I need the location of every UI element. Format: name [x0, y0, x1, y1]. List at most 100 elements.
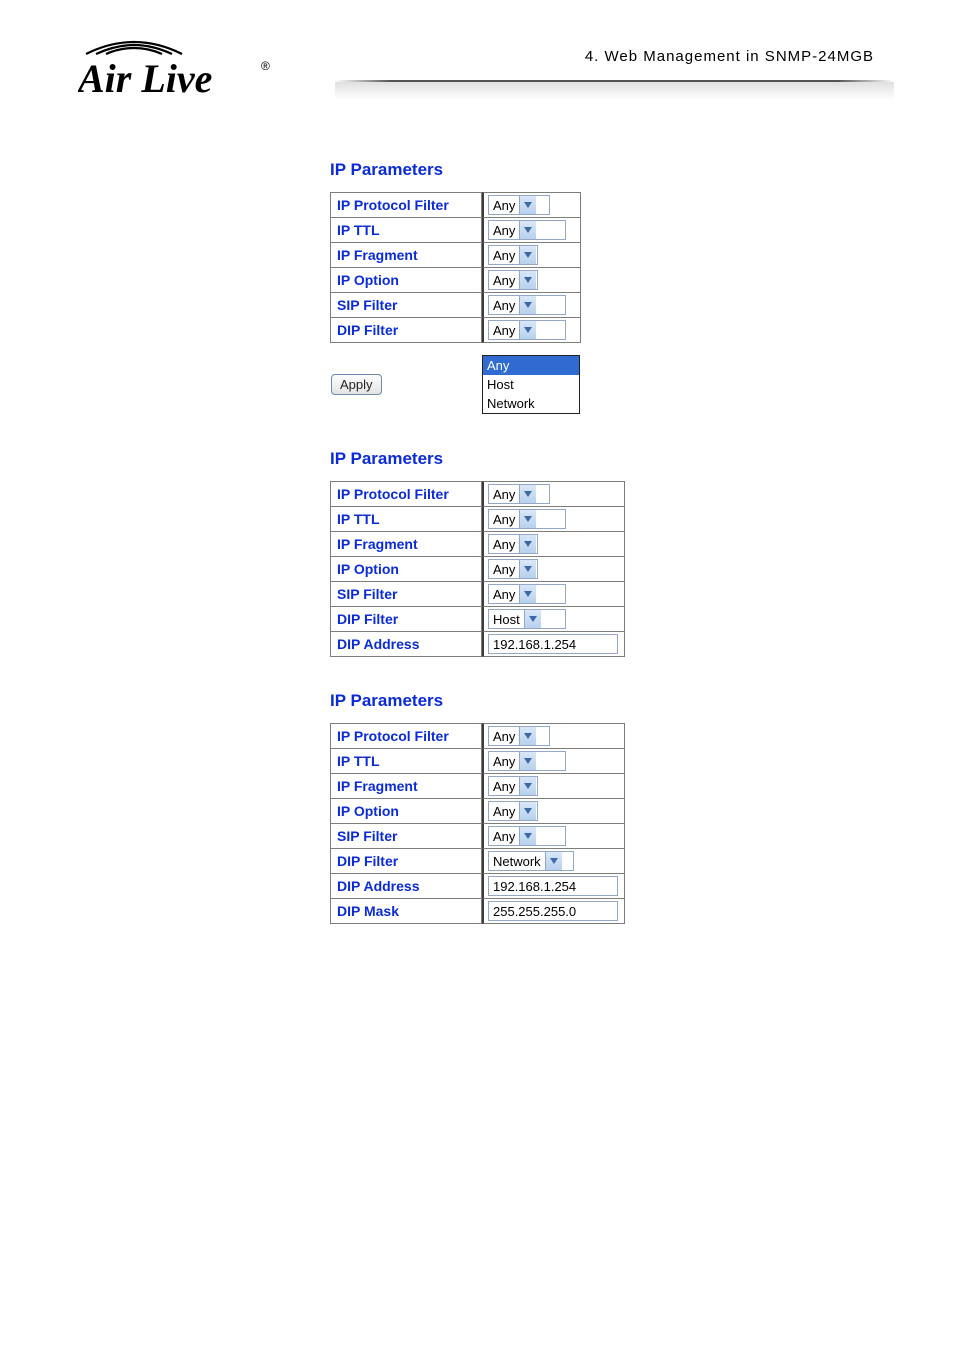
section-title: IP Parameters — [330, 160, 625, 180]
table-row: IP Protocol Filter Any — [330, 481, 625, 507]
label-ip-option: IP Option — [330, 557, 482, 582]
table-row: SIP Filter Any — [330, 824, 625, 849]
select-value: Any — [489, 512, 519, 527]
input-dip-address[interactable]: 192.168.1.254 — [488, 634, 618, 654]
select-value: Any — [489, 223, 519, 238]
select-dip-filter[interactable]: Network — [488, 851, 574, 871]
select-value: Any — [489, 537, 519, 552]
select-value: Network — [489, 854, 545, 869]
select-value: Any — [489, 487, 519, 502]
label-ip-option: IP Option — [330, 799, 482, 824]
dip-filter-dropdown-list[interactable]: Any Host Network — [482, 355, 580, 414]
select-ip-protocol-filter[interactable]: Any — [488, 484, 550, 504]
table-row: DIP Address 192.168.1.254 — [330, 632, 625, 657]
chevron-down-icon — [519, 752, 536, 770]
select-sip-filter[interactable]: Any — [488, 826, 566, 846]
chevron-down-icon — [519, 827, 536, 845]
table-row: IP Protocol Filter Any — [330, 723, 625, 749]
select-value: Any — [489, 754, 519, 769]
label-dip-filter: DIP Filter — [330, 607, 482, 632]
chevron-down-icon — [519, 777, 536, 795]
select-ip-fragment[interactable]: Any — [488, 776, 538, 796]
table-row: DIP Mask 255.255.255.0 — [330, 899, 625, 924]
label-dip-filter: DIP Filter — [330, 318, 482, 343]
apply-row: Apply Any Host Network — [330, 343, 581, 415]
main-content: IP Parameters IP Protocol Filter Any IP … — [330, 160, 625, 958]
header-divider — [335, 80, 894, 110]
dropdown-option-host[interactable]: Host — [483, 375, 579, 394]
select-value: Any — [489, 248, 519, 263]
section-title: IP Parameters — [330, 691, 625, 711]
table-row: DIP Filter Any — [330, 318, 581, 343]
select-value: Any — [489, 562, 519, 577]
select-dip-filter[interactable]: Any — [488, 320, 566, 340]
select-dip-filter[interactable]: Host — [488, 609, 566, 629]
chevron-down-icon — [519, 560, 536, 578]
label-ip-protocol-filter: IP Protocol Filter — [330, 192, 482, 218]
chevron-down-icon — [524, 610, 541, 628]
label-dip-mask: DIP Mask — [330, 899, 482, 924]
input-dip-mask[interactable]: 255.255.255.0 — [488, 901, 618, 921]
apply-button[interactable]: Apply — [331, 374, 382, 395]
table-row: IP TTL Any — [330, 218, 581, 243]
select-value: Host — [489, 612, 524, 627]
chevron-down-icon — [519, 585, 536, 603]
table-row: IP Fragment Any — [330, 774, 625, 799]
label-ip-fragment: IP Fragment — [330, 532, 482, 557]
table-row: IP TTL Any — [330, 507, 625, 532]
parameters-table: IP Protocol Filter Any IP TTL Any IP Fra… — [330, 481, 625, 657]
select-ip-option[interactable]: Any — [488, 270, 538, 290]
parameters-table: IP Protocol Filter Any IP TTL Any IP Fra… — [330, 723, 625, 924]
select-ip-fragment[interactable]: Any — [488, 245, 538, 265]
table-row: SIP Filter Any — [330, 293, 581, 318]
label-ip-ttl: IP TTL — [330, 749, 482, 774]
chevron-down-icon — [519, 535, 536, 553]
select-value: Any — [489, 587, 519, 602]
svg-text:®: ® — [261, 59, 270, 73]
table-row: DIP Address 192.168.1.254 — [330, 874, 625, 899]
label-ip-protocol-filter: IP Protocol Filter — [330, 723, 482, 749]
chevron-down-icon — [545, 852, 562, 870]
select-sip-filter[interactable]: Any — [488, 584, 566, 604]
select-value: Any — [489, 323, 519, 338]
table-row: IP Fragment Any — [330, 243, 581, 268]
select-value: Any — [489, 804, 519, 819]
chevron-down-icon — [519, 296, 536, 314]
label-dip-address: DIP Address — [330, 874, 482, 899]
select-ip-option[interactable]: Any — [488, 559, 538, 579]
select-ip-option[interactable]: Any — [488, 801, 538, 821]
label-dip-filter: DIP Filter — [330, 849, 482, 874]
select-sip-filter[interactable]: Any — [488, 295, 566, 315]
select-ip-ttl[interactable]: Any — [488, 509, 566, 529]
ip-parameters-section-1: IP Parameters IP Protocol Filter Any IP … — [330, 160, 625, 415]
page-header-text: 4. Web Management in SNMP-24MGB — [585, 48, 874, 65]
chevron-down-icon — [519, 727, 536, 745]
table-row: DIP Filter Host — [330, 607, 625, 632]
chevron-down-icon — [519, 271, 536, 289]
input-dip-address[interactable]: 192.168.1.254 — [488, 876, 618, 896]
label-sip-filter: SIP Filter — [330, 582, 482, 607]
select-value: Any — [489, 198, 519, 213]
select-ip-protocol-filter[interactable]: Any — [488, 195, 550, 215]
dropdown-option-any[interactable]: Any — [483, 356, 579, 375]
select-ip-ttl[interactable]: Any — [488, 220, 566, 240]
label-dip-address: DIP Address — [330, 632, 482, 657]
label-ip-fragment: IP Fragment — [330, 243, 482, 268]
select-value: Any — [489, 298, 519, 313]
select-value: Any — [489, 273, 519, 288]
select-ip-fragment[interactable]: Any — [488, 534, 538, 554]
chevron-down-icon — [519, 246, 536, 264]
label-sip-filter: SIP Filter — [330, 293, 482, 318]
chevron-down-icon — [519, 802, 536, 820]
label-sip-filter: SIP Filter — [330, 824, 482, 849]
logo-text: Air Live — [78, 56, 212, 101]
chevron-down-icon — [519, 221, 536, 239]
dropdown-option-network[interactable]: Network — [483, 394, 579, 413]
select-ip-ttl[interactable]: Any — [488, 751, 566, 771]
table-row: IP Option Any — [330, 268, 581, 293]
select-ip-protocol-filter[interactable]: Any — [488, 726, 550, 746]
parameters-table: IP Protocol Filter Any IP TTL Any IP Fra… — [330, 192, 581, 415]
chevron-down-icon — [519, 321, 536, 339]
section-title: IP Parameters — [330, 449, 625, 469]
label-ip-protocol-filter: IP Protocol Filter — [330, 481, 482, 507]
